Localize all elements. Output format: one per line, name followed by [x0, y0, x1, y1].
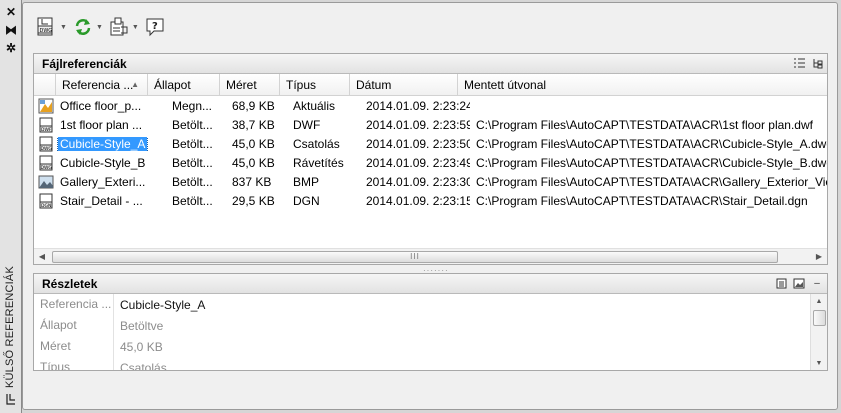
detail-row-reference: Referencia ... Cubicle-Style_A — [34, 294, 827, 315]
details-list: Referencia ... Cubicle-Style_A Állapot B… — [34, 294, 827, 370]
scroll-track[interactable]: III — [50, 250, 811, 264]
file-references-header: Fájlreferenciák — [34, 54, 827, 74]
scroll-right-icon[interactable]: ▶ — [811, 249, 827, 265]
details-view-icon[interactable] — [775, 277, 787, 289]
autohide-icon[interactable]: ⧓ — [4, 23, 18, 37]
file-references-column-headers: Referencia ... ▲ Állapot Méret Típus Dátu… — [34, 74, 827, 96]
svg-text:DWG: DWG — [41, 146, 53, 152]
detail-row-status: Állapot Betöltve — [34, 315, 827, 336]
column-header-date[interactable]: Dátum — [350, 74, 458, 95]
table-row[interactable]: Office floor_p... Megn... 68,9 KB Aktuál… — [34, 96, 827, 115]
close-icon[interactable]: ✕ — [4, 5, 18, 19]
column-header-reference[interactable]: Referencia ... ▲ — [56, 74, 148, 95]
dwf-file-icon: DWF — [34, 117, 56, 133]
detail-row-type: Típus Csatolás — [34, 357, 827, 370]
list-view-icon[interactable] — [793, 57, 805, 69]
column-header-type[interactable]: Típus — [280, 74, 350, 95]
help-icon: ? — [146, 18, 164, 37]
image-file-icon — [34, 174, 56, 190]
refresh-dropdown-icon[interactable]: ▼ — [96, 24, 103, 31]
svg-text:DWG: DWG — [40, 28, 53, 34]
tree-view-icon[interactable] — [811, 57, 823, 69]
file-references-title: Fájlreferenciák — [42, 56, 127, 71]
attach-dwg-icon: DWG — [37, 17, 53, 36]
toolbar: DWG ▼ ▼ ▼ ? — [35, 13, 171, 41]
scroll-left-icon[interactable]: ◀ — [34, 249, 50, 265]
palette-menu-icon[interactable] — [4, 392, 18, 406]
minimize-panel-icon[interactable]: – — [811, 277, 823, 289]
table-row[interactable]: DWG Cubicle-Style_B Betölt... 45,0 KB Rá… — [34, 153, 827, 172]
external-references-palette: DWG ▼ ▼ ▼ ? Fájlreferenciák Referencia .… — [22, 2, 838, 410]
help-button[interactable]: ? — [145, 15, 165, 39]
preview-view-icon[interactable] — [793, 277, 805, 289]
dgn-file-icon: DGN — [34, 193, 56, 209]
column-header-status[interactable]: Állapot — [148, 74, 220, 95]
details-panel: Részletek – Referencia ... Cubicle-Style… — [33, 273, 828, 371]
properties-icon[interactable]: ✲ — [4, 41, 18, 55]
file-references-panel: Fájlreferenciák Referencia ... ▲ Állapot … — [33, 53, 828, 265]
vertical-scrollbar[interactable]: ▲ ▼ — [810, 294, 827, 370]
vertical-scroll-thumb[interactable] — [813, 310, 826, 326]
change-path-dropdown-icon[interactable]: ▼ — [132, 24, 139, 31]
scroll-up-icon[interactable]: ▲ — [811, 294, 827, 308]
dwg-file-icon: DWG — [34, 155, 56, 171]
attach-dropdown-icon[interactable]: ▼ — [60, 24, 67, 31]
svg-text:DWF: DWF — [41, 127, 52, 133]
table-row[interactable]: Gallery_Exteri... Betölt... 837 KB BMP 2… — [34, 172, 827, 191]
change-path-icon — [110, 17, 128, 36]
details-title: Részletek — [42, 276, 98, 291]
scroll-thumb[interactable]: III — [52, 250, 778, 263]
dwg-current-icon — [34, 98, 56, 114]
column-header-saved-path[interactable]: Mentett útvonal — [458, 74, 827, 95]
details-header: Részletek – — [34, 274, 827, 294]
refresh-icon — [75, 19, 91, 35]
change-path-button[interactable]: ▼ — [109, 15, 139, 39]
scroll-down-icon[interactable]: ▼ — [811, 356, 827, 370]
column-header-icon — [34, 74, 56, 95]
sort-ascending-icon: ▲ — [131, 80, 139, 89]
palette-vertical-title: KÜLSŐ REFERENCIÁK — [4, 266, 16, 388]
detail-row-size: Méret 45,0 KB — [34, 336, 827, 357]
table-row-selected[interactable]: DWG Cubicle-Style_A Betölt... 45,0 KB Cs… — [34, 134, 827, 153]
table-row[interactable]: DWF 1st floor plan ... Betölt... 38,7 KB… — [34, 115, 827, 134]
svg-text:DGN: DGN — [41, 203, 51, 209]
horizontal-scrollbar[interactable]: ◀ III ▶ — [34, 248, 827, 264]
refresh-button[interactable]: ▼ — [73, 15, 103, 39]
svg-text:?: ? — [152, 21, 158, 32]
table-row[interactable]: DGN Stair_Detail - ... Betölt... 29,5 KB… — [34, 191, 827, 210]
file-references-list: Office floor_p... Megn... 68,9 KB Aktuál… — [34, 96, 827, 246]
attach-dwg-button[interactable]: DWG ▼ — [35, 15, 67, 39]
column-header-size[interactable]: Méret — [220, 74, 280, 95]
svg-text:DWG: DWG — [41, 165, 53, 171]
palette-title-strip: ✕ ⧓ ✲ KÜLSŐ REFERENCIÁK — [0, 0, 22, 413]
dwg-file-icon: DWG — [34, 136, 56, 152]
